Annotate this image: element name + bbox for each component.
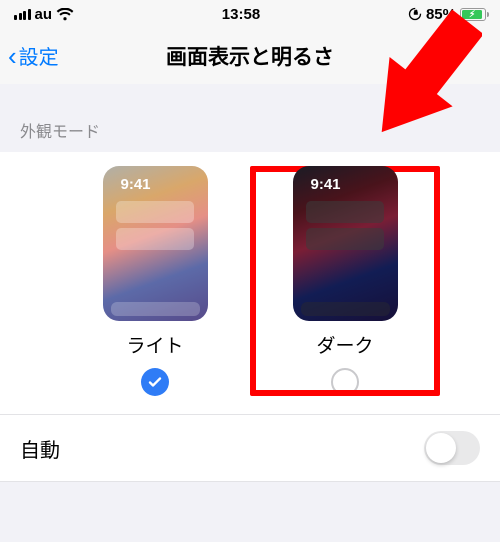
preview-time: 9:41: [311, 176, 341, 193]
switch-knob: [426, 433, 456, 463]
appearance-mode-dark[interactable]: 9:41 ダーク: [250, 166, 440, 396]
dark-preview: 9:41: [293, 166, 398, 321]
light-radio-selected[interactable]: [141, 368, 169, 396]
checkmark-icon: [147, 374, 163, 390]
appearance-mode-light[interactable]: 9:41 ライト: [60, 166, 250, 396]
preview-widget: [116, 228, 194, 250]
appearance-mode-group: 9:41 ライト 9:41 ダーク: [0, 152, 500, 414]
clock: 13:58: [222, 6, 260, 23]
cellular-signal-icon: [14, 9, 31, 20]
dark-radio-unselected[interactable]: [331, 368, 359, 396]
back-label: 設定: [19, 41, 59, 70]
screen: au 13:58 85% ⚡︎ ‹ 設定 画面表示と明るさ 外観モード: [0, 0, 500, 542]
orientation-lock-icon: [408, 7, 422, 21]
light-preview: 9:41: [103, 166, 208, 321]
preview-time: 9:41: [121, 176, 151, 193]
preview-dock: [111, 302, 200, 316]
auto-switch[interactable]: [424, 431, 480, 465]
preview-dock: [301, 302, 390, 316]
status-left: au: [14, 6, 74, 23]
status-bar: au 13:58 85% ⚡︎: [0, 0, 500, 28]
chevron-left-icon: ‹: [8, 43, 17, 69]
dark-label: ダーク: [316, 331, 373, 358]
preview-widget: [306, 201, 384, 223]
status-right: 85% ⚡︎: [408, 6, 486, 23]
wifi-icon: [56, 8, 74, 21]
page-title: 画面表示と明るさ: [166, 41, 334, 71]
back-button[interactable]: ‹ 設定: [0, 41, 59, 70]
charging-icon: ⚡︎: [469, 10, 475, 19]
auto-label: 自動: [20, 434, 60, 463]
battery-icon: ⚡︎: [460, 8, 486, 21]
light-label: ライト: [126, 331, 183, 358]
nav-bar: ‹ 設定 画面表示と明るさ: [0, 28, 500, 84]
carrier-label: au: [35, 6, 53, 23]
appearance-section-header: 外観モード: [0, 84, 500, 152]
battery-percent: 85%: [426, 6, 456, 23]
auto-row: 自動: [0, 414, 500, 482]
preview-widget: [116, 201, 194, 223]
preview-widget: [306, 228, 384, 250]
